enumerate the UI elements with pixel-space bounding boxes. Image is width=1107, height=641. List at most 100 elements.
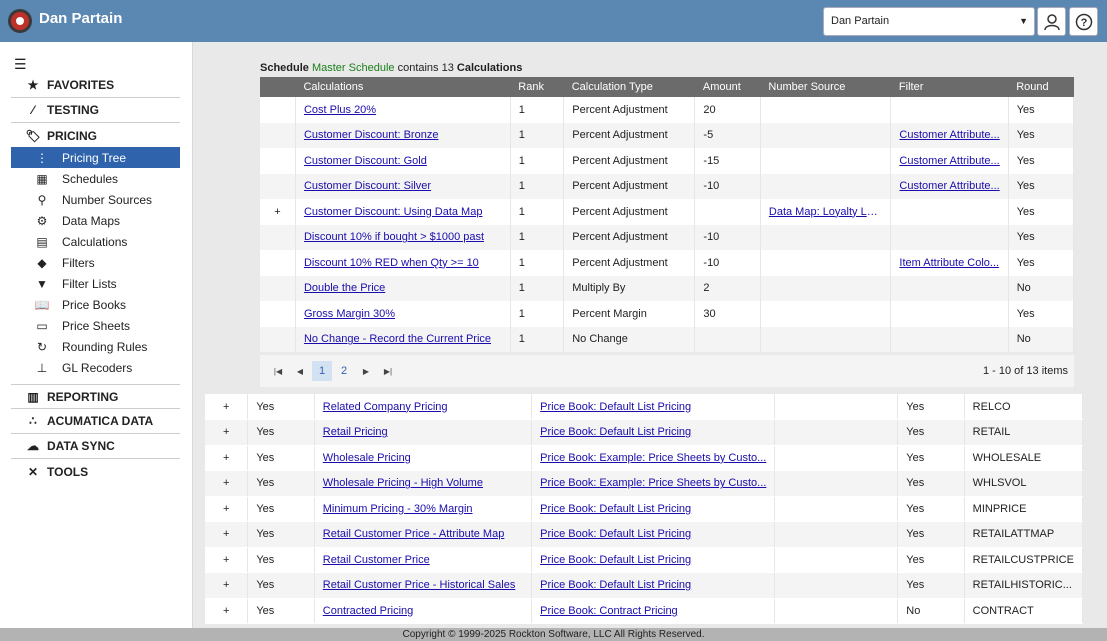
schedule-link[interactable]: Wholesale Pricing - High Volume: [314, 470, 533, 497]
nav-group-pricing[interactable]: 🏷 PRICING: [11, 123, 180, 148]
calculation-link[interactable]: Discount 10% RED when Qty >= 10: [295, 250, 511, 276]
nav-group-acumatica-data[interactable]: ∴ ACUMATICA DATA: [11, 409, 180, 434]
expand-toggle[interactable]: +: [205, 496, 249, 522]
calculation-link[interactable]: Cost Plus 20%: [295, 97, 511, 123]
calculation-link[interactable]: Customer Discount: Silver: [295, 173, 511, 199]
table-row[interactable]: Double the Price 1 Multiply By 2 No: [260, 275, 1075, 301]
calculation-link[interactable]: Customer Discount: Bronze: [295, 122, 511, 148]
table-row[interactable]: Cost Plus 20% 1 Percent Adjustment 20 Yes: [260, 97, 1075, 123]
table-row[interactable]: + Yes Contracted Pricing Price Book: Contra…: [205, 598, 1084, 624]
header-amount[interactable]: Amount: [694, 77, 761, 97]
price-book-link[interactable]: Price Book: Default List Pricing: [531, 521, 776, 548]
header-round[interactable]: Round: [1008, 77, 1074, 97]
nav-group-reporting[interactable]: ▥ REPORTING: [11, 384, 180, 409]
calculation-type-cell: Percent Adjustment: [563, 148, 696, 174]
sidebar-item-pricing-tree[interactable]: ⋮ Pricing Tree: [11, 147, 180, 168]
expand-toggle[interactable]: +: [205, 598, 249, 624]
schedule-link[interactable]: Contracted Pricing: [314, 598, 533, 624]
calculation-link[interactable]: Discount 10% if bought > $1000 past: [295, 224, 511, 250]
schedule-link[interactable]: Retail Pricing: [314, 419, 533, 446]
next-page-icon[interactable]: ▶: [356, 361, 376, 381]
table-row[interactable]: + Yes Minimum Pricing - 30% Margin Price Bo…: [205, 496, 1084, 522]
table-row[interactable]: Gross Margin 30% 1 Percent Margin 30 Yes: [260, 301, 1075, 327]
user-profile-button[interactable]: [1037, 7, 1066, 36]
table-row[interactable]: No Change - Record the Current Price 1 No …: [260, 326, 1075, 352]
table-row[interactable]: + Yes Retail Customer Price - Attribute Ma…: [205, 521, 1084, 548]
calculation-type-cell: Percent Adjustment: [563, 199, 696, 225]
number-source-link[interactable]: Data Map: Loyalty Level ...: [760, 199, 892, 225]
sidebar-item-filter-lists[interactable]: ▼ Filter Lists: [11, 273, 180, 294]
table-row[interactable]: Customer Discount: Silver 1 Percent Adjust…: [260, 173, 1075, 199]
table-row[interactable]: + Yes Retail Customer Price Price Book: Def…: [205, 547, 1084, 573]
price-book-link[interactable]: Price Book: Default List Pricing: [531, 572, 776, 599]
table-row[interactable]: Customer Discount: Gold 1 Percent Adjustme…: [260, 148, 1075, 174]
schedule-link[interactable]: Retail Customer Price - Historical Sales: [314, 572, 533, 599]
table-row[interactable]: + Yes Retail Pricing Price Book: Default Li…: [205, 419, 1084, 446]
nav-group-data-sync[interactable]: ☁ DATA SYNC: [11, 434, 180, 459]
sidebar-item-price-books[interactable]: 📖 Price Books: [11, 294, 180, 315]
schedule-link[interactable]: Minimum Pricing - 30% Margin: [314, 496, 533, 522]
schedule-link[interactable]: Retail Customer Price: [314, 547, 533, 573]
nav-group-favorites[interactable]: ★ FAVORITES: [11, 73, 180, 98]
expand-toggle[interactable]: +: [205, 470, 249, 497]
calculation-link[interactable]: Customer Discount: Using Data Map: [295, 199, 511, 225]
expand-toggle[interactable]: +: [205, 419, 249, 446]
nav-group-testing[interactable]: ⁄ TESTING: [11, 98, 180, 123]
sidebar-item-number-sources[interactable]: ⚲ Number Sources: [11, 189, 180, 210]
expand-toggle[interactable]: +: [205, 521, 249, 548]
hamburger-menu-icon[interactable]: ☰: [14, 56, 27, 73]
sidebar-item-data-maps[interactable]: ⚙ Data Maps: [11, 210, 180, 231]
filter-link[interactable]: Item Attribute Colo...: [890, 250, 1009, 276]
expand-toggle[interactable]: +: [205, 445, 249, 471]
table-row[interactable]: + Yes Wholesale Pricing - High Volume Price…: [205, 470, 1084, 497]
filter-link[interactable]: Customer Attribute...: [890, 122, 1009, 148]
price-book-link[interactable]: Price Book: Default List Pricing: [531, 547, 776, 573]
header-calculation-type[interactable]: Calculation Type: [563, 77, 695, 97]
filter-link[interactable]: Customer Attribute...: [890, 173, 1009, 199]
prev-page-icon[interactable]: ◀: [290, 361, 310, 381]
sidebar-item-gl-recoders[interactable]: ⊥ GL Recoders: [11, 357, 180, 378]
sidebar-item-schedules[interactable]: ▦ Schedules: [11, 168, 180, 189]
calculation-link[interactable]: Customer Discount: Gold: [295, 148, 511, 174]
price-book-link[interactable]: Price Book: Default List Pricing: [531, 419, 776, 446]
nav-group-tools[interactable]: ✕ TOOLS: [11, 459, 180, 484]
header-number-source[interactable]: Number Source: [760, 77, 891, 97]
price-book-link[interactable]: Price Book: Contract Pricing: [531, 598, 776, 624]
calculation-link[interactable]: No Change - Record the Current Price: [295, 326, 511, 352]
first-page-icon[interactable]: |◀: [268, 361, 288, 381]
sidebar-item-filters[interactable]: ◆ Filters: [11, 252, 180, 273]
table-row[interactable]: + Customer Discount: Using Data Map 1 Perce…: [260, 199, 1075, 225]
user-select[interactable]: Dan Partain ▼: [823, 7, 1035, 36]
last-page-icon[interactable]: ▶|: [378, 361, 398, 381]
schedule-link[interactable]: Retail Customer Price - Attribute Map: [314, 521, 533, 548]
table-row[interactable]: Discount 10% if bought > $1000 past 1 Perc…: [260, 224, 1075, 250]
sidebar-item-rounding-rules[interactable]: ↻ Rounding Rules: [11, 336, 180, 357]
page-1-button[interactable]: 1: [312, 361, 332, 381]
table-row[interactable]: + Yes Wholesale Pricing Price Book: Example…: [205, 445, 1084, 471]
expand-toggle[interactable]: +: [260, 199, 296, 225]
help-button[interactable]: ?: [1069, 7, 1098, 36]
sidebar-item-price-sheets[interactable]: ▭ Price Sheets: [11, 315, 180, 336]
price-book-link[interactable]: Price Book: Default List Pricing: [531, 394, 776, 420]
price-book-link[interactable]: Price Book: Example: Price Sheets by Cus…: [531, 445, 776, 471]
table-row[interactable]: + Yes Retail Customer Price - Historical S…: [205, 572, 1084, 599]
sidebar-item-calculations[interactable]: ▤ Calculations: [11, 231, 180, 252]
table-row[interactable]: Customer Discount: Bronze 1 Percent Adjust…: [260, 122, 1075, 148]
expand-toggle[interactable]: +: [205, 572, 249, 599]
filter-link[interactable]: Customer Attribute...: [890, 148, 1009, 174]
schedule-link[interactable]: Wholesale Pricing: [314, 445, 533, 471]
price-book-link[interactable]: Price Book: Example: Price Sheets by Cus…: [531, 470, 776, 497]
header-rank[interactable]: Rank: [510, 77, 564, 97]
expand-toggle[interactable]: +: [205, 394, 249, 420]
header-filter[interactable]: Filter: [890, 77, 1009, 97]
header-calculations[interactable]: Calculations: [295, 77, 511, 97]
page-2-button[interactable]: 2: [334, 361, 354, 381]
calculation-link[interactable]: Double the Price: [295, 275, 511, 301]
price-book-link[interactable]: Price Book: Default List Pricing: [531, 496, 776, 522]
table-row[interactable]: + Yes Related Company Pricing Price Book: D…: [205, 394, 1084, 420]
table-row[interactable]: Discount 10% RED when Qty >= 10 1 Percent …: [260, 250, 1075, 276]
svg-text:?: ?: [1080, 17, 1087, 29]
expand-toggle[interactable]: +: [205, 547, 249, 573]
calculation-link[interactable]: Gross Margin 30%: [295, 301, 511, 327]
schedule-link[interactable]: Related Company Pricing: [314, 394, 533, 420]
